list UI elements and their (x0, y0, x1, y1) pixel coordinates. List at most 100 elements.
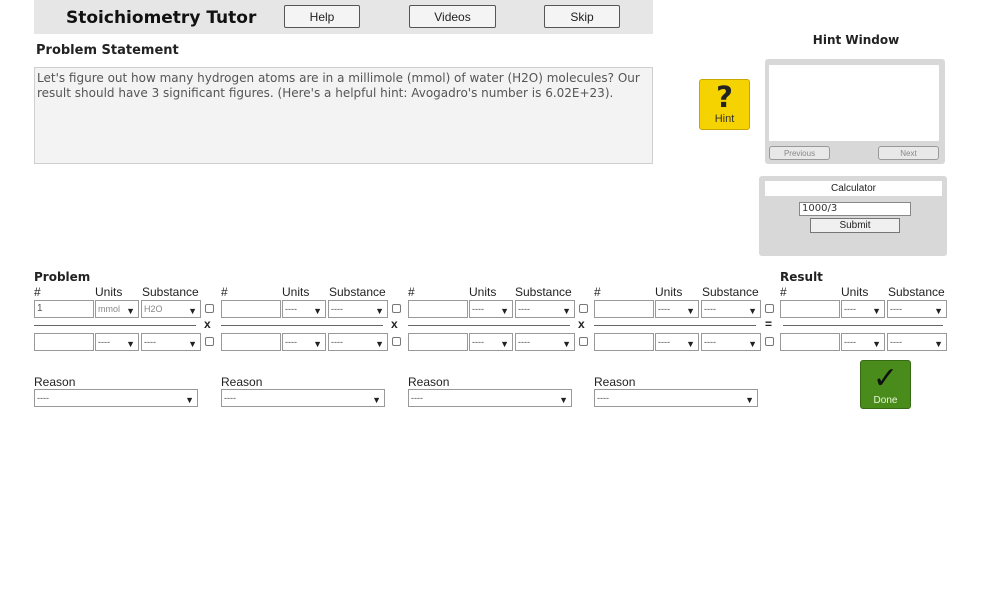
result-numerator-substance[interactable]: ---- ▼ (887, 300, 947, 318)
term1-numerator-units[interactable]: mmol ▼ (95, 300, 139, 318)
checkmark-icon: ✓ (872, 362, 899, 395)
result-numerator-units[interactable]: ---- ▼ (841, 300, 885, 318)
problem-statement-text: Let's figure out how many hydrogen atoms… (34, 67, 653, 164)
term1-denominator-units[interactable]: ---- ▼ (95, 333, 139, 351)
skip-button[interactable]: Skip (544, 5, 620, 28)
term3-denominator-units[interactable]: ---- ▼ (469, 333, 513, 351)
term4-denominator-substance[interactable]: ---- ▼ (701, 333, 761, 351)
question-mark-icon: ? (716, 80, 733, 114)
col-header-num: # (594, 285, 601, 299)
hint-button-label: Hint (714, 113, 735, 125)
app-title: Stoichiometry Tutor (66, 8, 257, 28)
chevron-down-icon: ▼ (313, 339, 322, 349)
done-button-label: Done (873, 395, 898, 406)
reason-label: Reason (408, 375, 450, 389)
hint-window-content (769, 65, 939, 141)
multiply-sign: x (578, 317, 585, 331)
hint-next-button[interactable]: Next (878, 146, 939, 160)
term3-denominator-checkbox[interactable] (579, 337, 588, 346)
reason-select-4[interactable]: ---- ▼ (594, 389, 758, 407)
term2-denominator-units[interactable]: ---- ▼ (282, 333, 326, 351)
term4-numerator-units[interactable]: ---- ▼ (655, 300, 699, 318)
col-header-units: Units (841, 285, 869, 299)
problem-label: Problem (34, 270, 91, 284)
reason-select-1[interactable]: ---- ▼ (34, 389, 198, 407)
reason-label: Reason (594, 375, 636, 389)
term1-denominator-substance[interactable]: ---- ▼ (141, 333, 201, 351)
term2-numerator-units[interactable]: ---- ▼ (282, 300, 326, 318)
reason-label: Reason (221, 375, 263, 389)
problem-statement-label: Problem Statement (36, 43, 179, 58)
term3-numerator-substance[interactable]: ---- ▼ (515, 300, 575, 318)
term2-denominator-number[interactable] (221, 333, 281, 351)
chevron-down-icon: ▼ (562, 339, 571, 349)
term2-numerator-checkbox[interactable] (392, 304, 401, 313)
chevron-down-icon: ▼ (562, 306, 571, 316)
term3-denominator-substance[interactable]: ---- ▼ (515, 333, 575, 351)
term4-numerator-substance[interactable]: ---- ▼ (701, 300, 761, 318)
help-button[interactable]: Help (284, 5, 360, 28)
term1-numerator-checkbox[interactable] (205, 304, 214, 313)
col-header-units: Units (282, 285, 310, 299)
term4-denominator-number[interactable] (594, 333, 654, 351)
chevron-down-icon: ▼ (748, 339, 757, 349)
term3-denominator-number[interactable] (408, 333, 468, 351)
done-button[interactable]: ✓ Done (860, 360, 911, 409)
result-fraction-line (783, 325, 943, 326)
chevron-down-icon: ▼ (372, 395, 381, 405)
term4-numerator-checkbox[interactable] (765, 304, 774, 313)
chevron-down-icon: ▼ (934, 339, 943, 349)
term4-fraction-line (594, 325, 756, 326)
term2-denominator-checkbox[interactable] (392, 337, 401, 346)
chevron-down-icon: ▼ (748, 306, 757, 316)
multiply-sign: x (204, 317, 211, 331)
col-header-units: Units (95, 285, 123, 299)
result-denominator-units[interactable]: ---- ▼ (841, 333, 885, 351)
chevron-down-icon: ▼ (188, 306, 197, 316)
hint-previous-button[interactable]: Previous (769, 146, 830, 160)
term4-denominator-checkbox[interactable] (765, 337, 774, 346)
term2-numerator-number[interactable] (221, 300, 281, 318)
reason-label: Reason (34, 375, 76, 389)
chevron-down-icon: ▼ (500, 306, 509, 316)
term2-numerator-substance[interactable]: ---- ▼ (328, 300, 388, 318)
result-denominator-substance[interactable]: ---- ▼ (887, 333, 947, 351)
term2-denominator-substance[interactable]: ---- ▼ (328, 333, 388, 351)
reason-select-3[interactable]: ---- ▼ (408, 389, 572, 407)
result-numerator-number[interactable] (780, 300, 840, 318)
col-header-substance: Substance (515, 285, 572, 299)
term1-denominator-number[interactable] (34, 333, 94, 351)
result-denominator-number[interactable] (780, 333, 840, 351)
term4-denominator-units[interactable]: ---- ▼ (655, 333, 699, 351)
term3-fraction-line (408, 325, 570, 326)
term3-numerator-checkbox[interactable] (579, 304, 588, 313)
chevron-down-icon: ▼ (375, 306, 384, 316)
col-header-num: # (221, 285, 228, 299)
term3-numerator-number[interactable] (408, 300, 468, 318)
term4-numerator-number[interactable] (594, 300, 654, 318)
col-header-substance: Substance (888, 285, 945, 299)
col-header-units: Units (655, 285, 683, 299)
equals-sign: = (765, 317, 773, 331)
chevron-down-icon: ▼ (934, 306, 943, 316)
term1-numerator-substance[interactable]: H2O ▼ (141, 300, 201, 318)
col-header-num: # (34, 285, 41, 299)
term1-denominator-checkbox[interactable] (205, 337, 214, 346)
term1-numerator-number[interactable]: 1 (34, 300, 94, 318)
reason-select-2[interactable]: ---- ▼ (221, 389, 385, 407)
calculator-submit-button[interactable]: Submit (810, 218, 900, 233)
chevron-down-icon: ▼ (185, 395, 194, 405)
videos-button[interactable]: Videos (409, 5, 496, 28)
term3-numerator-units[interactable]: ---- ▼ (469, 300, 513, 318)
chevron-down-icon: ▼ (375, 339, 384, 349)
hint-button[interactable]: ? Hint (699, 79, 750, 130)
calculator-input[interactable]: 1000/3 (799, 202, 911, 216)
chevron-down-icon: ▼ (872, 339, 881, 349)
term1-fraction-line (34, 325, 196, 326)
chevron-down-icon: ▼ (745, 395, 754, 405)
chevron-down-icon: ▼ (559, 395, 568, 405)
term2-fraction-line (221, 325, 383, 326)
col-header-substance: Substance (142, 285, 199, 299)
col-header-substance: Substance (702, 285, 759, 299)
chevron-down-icon: ▼ (188, 339, 197, 349)
